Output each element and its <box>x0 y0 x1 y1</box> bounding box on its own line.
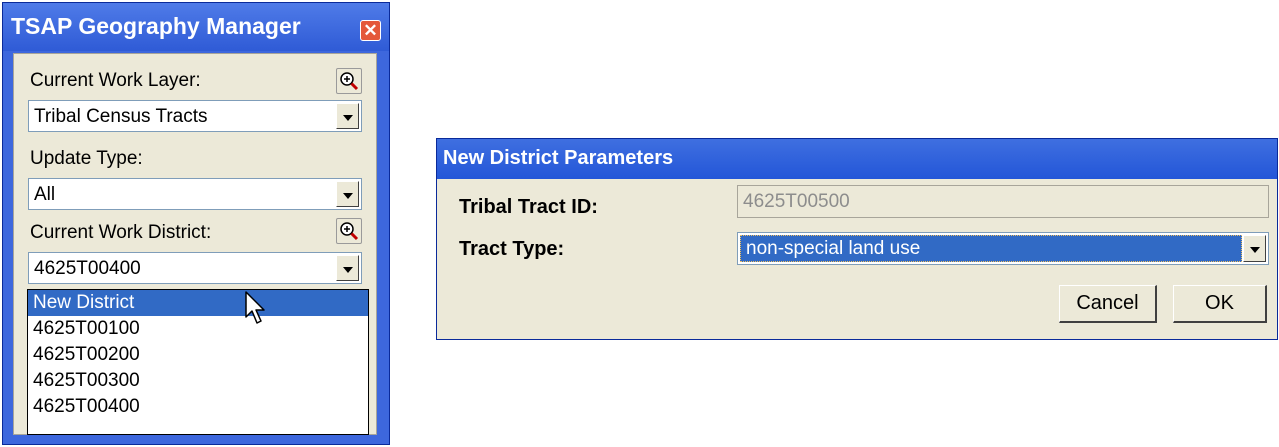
tribal-tract-id-label: Tribal Tract ID: <box>459 196 598 218</box>
window-title: TSAP Geography Manager <box>11 13 301 39</box>
ok-button[interactable]: OK <box>1173 285 1267 323</box>
tract-type-select[interactable]: non-special land use <box>737 232 1269 265</box>
chevron-down-icon[interactable] <box>336 181 359 207</box>
dialog-title: New District Parameters <box>443 147 674 169</box>
zoom-district-button[interactable] <box>336 218 362 244</box>
cancel-button[interactable]: Cancel <box>1059 285 1157 323</box>
tribal-tract-id-field: 4625T00500 <box>737 185 1269 218</box>
new-district-titlebar[interactable]: New District Parameters <box>437 139 1277 179</box>
tract-type-label: Tract Type: <box>459 238 565 260</box>
tribal-tract-id-value: 4625T00500 <box>743 191 850 212</box>
zoom-in-icon <box>340 222 359 241</box>
chevron-down-icon[interactable] <box>336 103 359 129</box>
current-work-layer-value: Tribal Census Tracts <box>34 106 208 127</box>
close-icon[interactable]: ✕ <box>360 20 381 41</box>
list-item[interactable]: 4625T00100 <box>28 316 368 342</box>
zoom-layer-button[interactable] <box>336 68 362 94</box>
new-district-dialog: New District Parameters Tribal Tract ID:… <box>436 138 1278 340</box>
list-item[interactable]: New District <box>28 290 368 316</box>
current-work-layer-label: Current Work Layer: <box>30 70 201 91</box>
current-work-district-value: 4625T00400 <box>34 258 141 279</box>
list-item[interactable]: 4625T00400 <box>28 394 368 420</box>
zoom-in-icon <box>340 72 359 91</box>
update-type-value: All <box>34 184 56 205</box>
chevron-down-icon[interactable] <box>1243 235 1266 262</box>
current-work-district-label: Current Work District: <box>30 222 212 243</box>
tract-type-value: non-special land use <box>746 238 921 259</box>
mouse-cursor-icon <box>245 291 265 324</box>
district-dropdown-list: New District 4625T00100 4625T00200 4625T… <box>27 289 369 435</box>
update-type-select[interactable]: All <box>28 178 362 210</box>
update-type-label: Update Type: <box>30 148 143 169</box>
current-work-district-select[interactable]: 4625T00400 <box>28 252 362 284</box>
geography-manager-titlebar[interactable]: TSAP Geography Manager ✕ <box>3 3 389 51</box>
geography-manager-window: TSAP Geography Manager ✕ Current Work La… <box>2 2 390 445</box>
chevron-down-icon[interactable] <box>336 255 359 281</box>
list-item[interactable]: 4625T00300 <box>28 368 368 394</box>
current-work-layer-select[interactable]: Tribal Census Tracts <box>28 100 362 132</box>
list-item[interactable]: 4625T00200 <box>28 342 368 368</box>
